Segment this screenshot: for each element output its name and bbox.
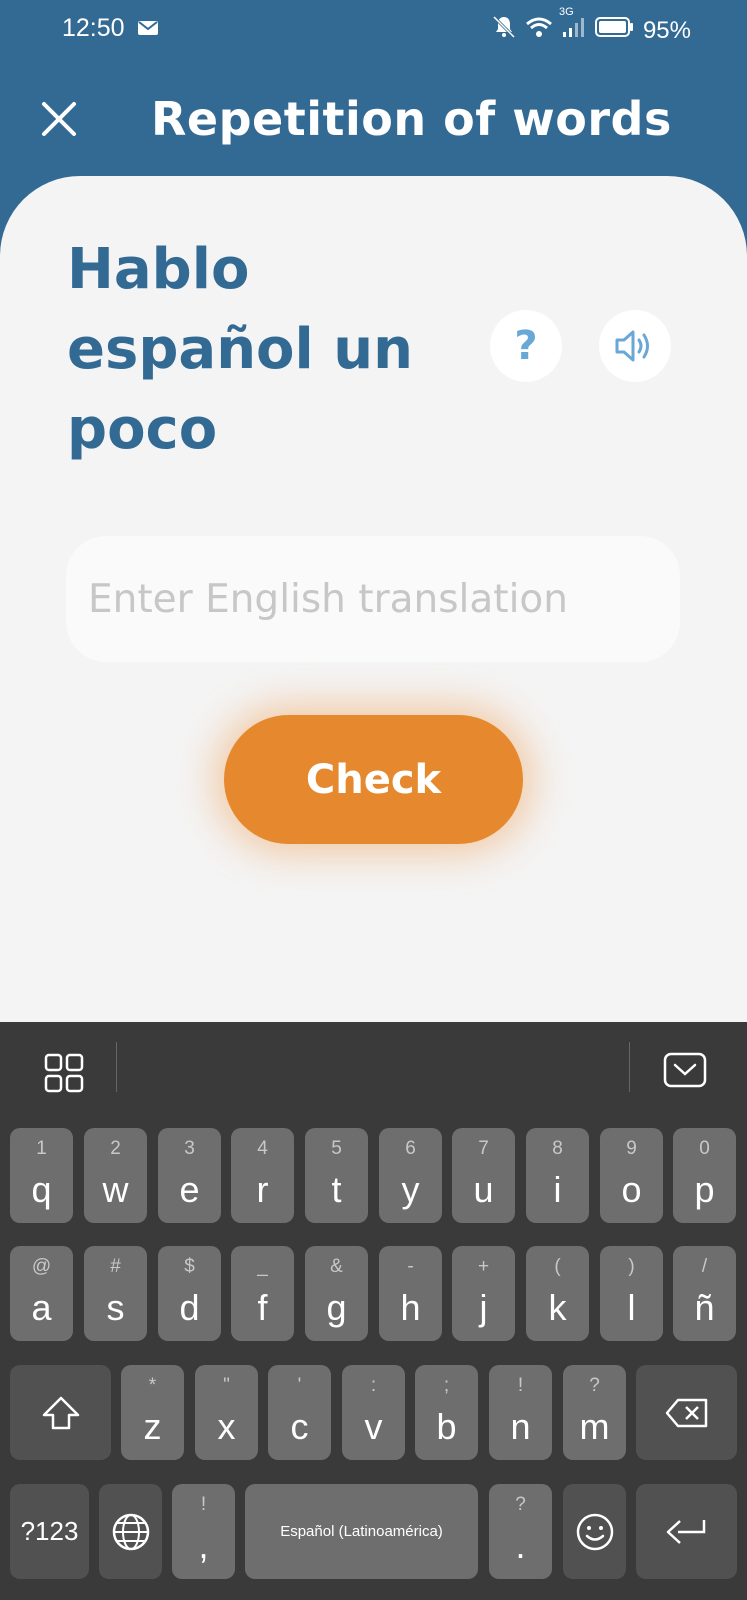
- phrase-line: Hablo: [67, 237, 250, 302]
- key-m[interactable]: ? m: [563, 1365, 626, 1460]
- key-q[interactable]: 1q: [10, 1128, 73, 1223]
- enter-key[interactable]: [636, 1484, 737, 1579]
- phrase-line: español un: [67, 317, 413, 382]
- key-k[interactable]: (k: [526, 1246, 589, 1341]
- mail-icon: [137, 20, 159, 41]
- check-button[interactable]: Check: [224, 715, 523, 844]
- key-g[interactable]: & g: [305, 1246, 368, 1341]
- key-b[interactable]: ; b: [415, 1365, 478, 1460]
- phrase-line: poco: [67, 397, 218, 462]
- key-r[interactable]: 4r: [231, 1128, 294, 1223]
- key-o[interactable]: 9o: [600, 1128, 663, 1223]
- status-time: 12:50: [62, 14, 125, 42]
- translation-input[interactable]: [66, 536, 680, 662]
- key-w[interactable]: 2w: [84, 1128, 147, 1223]
- emoji-icon: [576, 1513, 613, 1550]
- grid-icon[interactable]: [44, 1053, 84, 1098]
- hint-button[interactable]: ?: [490, 310, 562, 382]
- language-key[interactable]: [99, 1484, 162, 1579]
- play-audio-button[interactable]: [599, 310, 671, 382]
- close-icon: [42, 102, 76, 136]
- key-period[interactable]: ?.: [489, 1484, 552, 1579]
- symbols-key[interactable]: ?123: [10, 1484, 89, 1579]
- keyboard-toolbar: [0, 1022, 747, 1122]
- key-n[interactable]: ! n: [489, 1365, 552, 1460]
- globe-icon: [112, 1513, 149, 1550]
- exercise-card: Hablo español un poco ? Check: [0, 176, 747, 1026]
- toolbar-divider: [116, 1042, 117, 1092]
- key-y[interactable]: 6y: [379, 1128, 442, 1223]
- key-h[interactable]: -h: [379, 1246, 442, 1341]
- on-screen-keyboard: 1q 2w 3e 4r 5t 6y 7u 8i 9o 0p @ a # s $ d _…: [0, 1022, 747, 1600]
- battery-icon: [594, 16, 635, 45]
- key-e[interactable]: 3e: [158, 1128, 221, 1223]
- mute-icon: [491, 14, 517, 47]
- key-v[interactable]: :v: [342, 1365, 405, 1460]
- key-a[interactable]: @ a: [10, 1246, 73, 1341]
- key-p[interactable]: 0p: [673, 1128, 736, 1223]
- key-comma[interactable]: !,: [172, 1484, 235, 1579]
- shift-icon: [42, 1396, 79, 1429]
- key-x[interactable]: " x: [195, 1365, 258, 1460]
- key-s[interactable]: # s: [84, 1246, 147, 1341]
- emoji-key[interactable]: [563, 1484, 626, 1579]
- key-f[interactable]: _ f: [231, 1246, 294, 1341]
- shift-key[interactable]: [10, 1365, 111, 1460]
- status-bar: 12:50 3G 95%: [0, 0, 747, 60]
- enter-icon: [666, 1519, 705, 1544]
- wifi-icon: [525, 16, 553, 45]
- signal-icon: 3G: [559, 6, 587, 45]
- speaker-icon: [615, 330, 649, 362]
- backspace-icon: [665, 1398, 707, 1427]
- app-header: Repetition of words: [0, 60, 747, 180]
- toolbar-divider: [629, 1042, 630, 1092]
- key-z[interactable]: * z: [121, 1365, 184, 1460]
- key-j[interactable]: + j: [452, 1246, 515, 1341]
- battery-percent: 95%: [642, 16, 691, 44]
- key-c[interactable]: ' c: [268, 1365, 331, 1460]
- key-u[interactable]: 7u: [452, 1128, 515, 1223]
- phrase-text: Hablo español un poco: [67, 230, 447, 470]
- backspace-key[interactable]: [636, 1365, 737, 1460]
- question-mark-icon: ?: [514, 323, 538, 369]
- space-key[interactable]: Español (Latinoamérica): [245, 1484, 478, 1579]
- key-t[interactable]: 5t: [305, 1128, 368, 1223]
- key-l[interactable]: ) l: [600, 1246, 663, 1341]
- key-i[interactable]: 8i: [526, 1128, 589, 1223]
- hide-keyboard-icon[interactable]: [663, 1052, 707, 1093]
- close-button[interactable]: [38, 98, 80, 140]
- page-title: Repetition of words: [151, 92, 672, 146]
- key-n-tilde[interactable]: / ñ: [673, 1246, 736, 1341]
- key-d[interactable]: $ d: [158, 1246, 221, 1341]
